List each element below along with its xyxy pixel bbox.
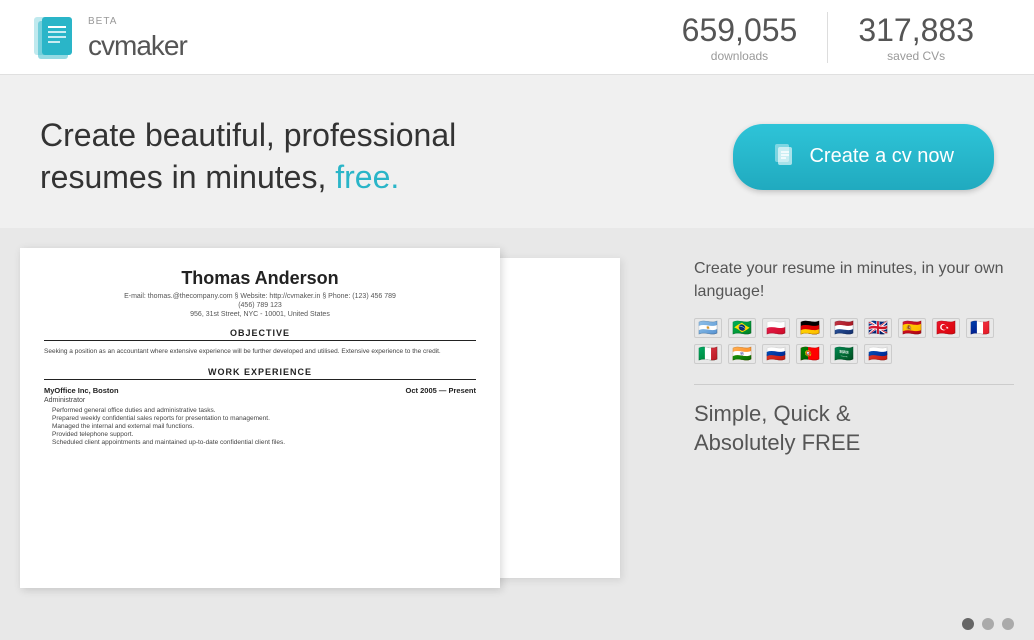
work-heading: WORK EXPERIENCE bbox=[44, 367, 476, 380]
work-period: Oct 2005 — Present bbox=[406, 386, 476, 395]
dot-2[interactable] bbox=[982, 618, 994, 630]
company-name: MyOffice Inc, Boston bbox=[44, 386, 119, 395]
downloads-stat: 659,055 downloads bbox=[652, 12, 829, 63]
resume-name: Thomas Anderson bbox=[44, 268, 476, 289]
flag-1[interactable]: 🇧🇷 bbox=[728, 318, 756, 338]
hero-headline: Create beautiful, professional resumes i… bbox=[40, 115, 456, 198]
duty-1: Performed general office duties and admi… bbox=[44, 407, 476, 414]
flag-3[interactable]: 🇩🇪 bbox=[796, 318, 824, 338]
headline-free: free. bbox=[335, 159, 399, 195]
work-entry-header: MyOffice Inc, Boston Oct 2005 — Present bbox=[44, 386, 476, 395]
flag-10[interactable]: 🇮🇳 bbox=[728, 344, 756, 364]
flag-12[interactable]: 🇵🇹 bbox=[796, 344, 824, 364]
saved-cvs-number: 317,883 bbox=[858, 12, 974, 49]
right-panel: Create your resume in minutes, in your o… bbox=[694, 248, 1014, 588]
resume-preview: Thomas Anderson E-mail: thomas.@thecompa… bbox=[20, 248, 674, 588]
flag-13[interactable]: 🇸🇦 bbox=[830, 344, 858, 364]
downloads-label: downloads bbox=[682, 49, 798, 63]
feature-section: Simple, Quick &Absolutely FREE bbox=[694, 384, 1014, 457]
flag-grid: 🇦🇷 🇧🇷 🇵🇱 🇩🇪 🇳🇱 🇬🇧 🇪🇸 🇹🇷 🇫🇷 🇮🇹 🇮🇳 🇷🇺 🇵🇹 🇸🇦 🇷🇺 bbox=[694, 318, 1014, 364]
resume-address: 956, 31st Street, NYC - 10001, United St… bbox=[44, 311, 476, 318]
dot-3[interactable] bbox=[1002, 618, 1014, 630]
headline-part1: Create beautiful, professional bbox=[40, 117, 456, 153]
saved-cvs-stat: 317,883 saved CVs bbox=[828, 12, 1004, 63]
feature-title-text: Simple, Quick &Absolutely FREE bbox=[694, 401, 860, 455]
duty-4: Provided telephone support. bbox=[44, 431, 476, 438]
resume-paper-front: Thomas Anderson E-mail: thomas.@thecompa… bbox=[20, 248, 500, 588]
duty-2: Prepared weekly confidential sales repor… bbox=[44, 415, 476, 422]
language-title: Create your resume in minutes, in your o… bbox=[694, 258, 1014, 303]
objective-heading: OBJECTIVE bbox=[44, 328, 476, 341]
flag-0[interactable]: 🇦🇷 bbox=[694, 318, 722, 338]
flag-11[interactable]: 🇷🇺 bbox=[762, 344, 790, 364]
duty-5: Scheduled client appointments and mainta… bbox=[44, 439, 476, 446]
dot-1[interactable] bbox=[962, 618, 974, 630]
logo-area: BETA cvmaker bbox=[30, 12, 652, 62]
logo-wordmark: cvmaker bbox=[88, 30, 187, 61]
resume-objective: Seeking a position as an accountant wher… bbox=[44, 347, 476, 357]
downloads-number: 659,055 bbox=[682, 12, 798, 49]
job-title: Administrator bbox=[44, 397, 476, 404]
carousel-dots bbox=[0, 608, 1034, 640]
stats-area: 659,055 downloads 317,883 saved CVs bbox=[652, 12, 1004, 63]
cv-icon bbox=[773, 142, 797, 172]
flag-9[interactable]: 🇮🇹 bbox=[694, 344, 722, 364]
flag-2[interactable]: 🇵🇱 bbox=[762, 318, 790, 338]
beta-badge: BETA bbox=[88, 16, 117, 27]
flag-8[interactable]: 🇫🇷 bbox=[966, 318, 994, 338]
main-content: Thomas Anderson E-mail: thomas.@thecompa… bbox=[0, 228, 1034, 608]
saved-cvs-label: saved CVs bbox=[858, 49, 974, 63]
logo-text-area: BETA cvmaker bbox=[88, 12, 187, 62]
cta-label: Create a cv now bbox=[809, 145, 954, 168]
duty-3: Managed the internal and external mail f… bbox=[44, 423, 476, 430]
headline-part2: resumes in minutes, bbox=[40, 159, 326, 195]
flag-4[interactable]: 🇳🇱 bbox=[830, 318, 858, 338]
resume-contact: E-mail: thomas.@thecompany.com § Website… bbox=[44, 293, 476, 300]
create-cv-button[interactable]: Create a cv now bbox=[733, 124, 994, 190]
hero-section: Create beautiful, professional resumes i… bbox=[0, 75, 1034, 228]
feature-title: Simple, Quick &Absolutely FREE bbox=[694, 400, 1014, 457]
resume-phone: (456) 789 123 bbox=[44, 302, 476, 309]
header: BETA cvmaker 659,055 downloads 317,883 s… bbox=[0, 0, 1034, 75]
flag-6[interactable]: 🇪🇸 bbox=[898, 318, 926, 338]
logo-icon bbox=[30, 13, 78, 61]
flag-14[interactable]: 🇷🇺 bbox=[864, 344, 892, 364]
flag-7[interactable]: 🇹🇷 bbox=[932, 318, 960, 338]
language-section: Create your resume in minutes, in your o… bbox=[694, 258, 1014, 364]
flag-5[interactable]: 🇬🇧 bbox=[864, 318, 892, 338]
